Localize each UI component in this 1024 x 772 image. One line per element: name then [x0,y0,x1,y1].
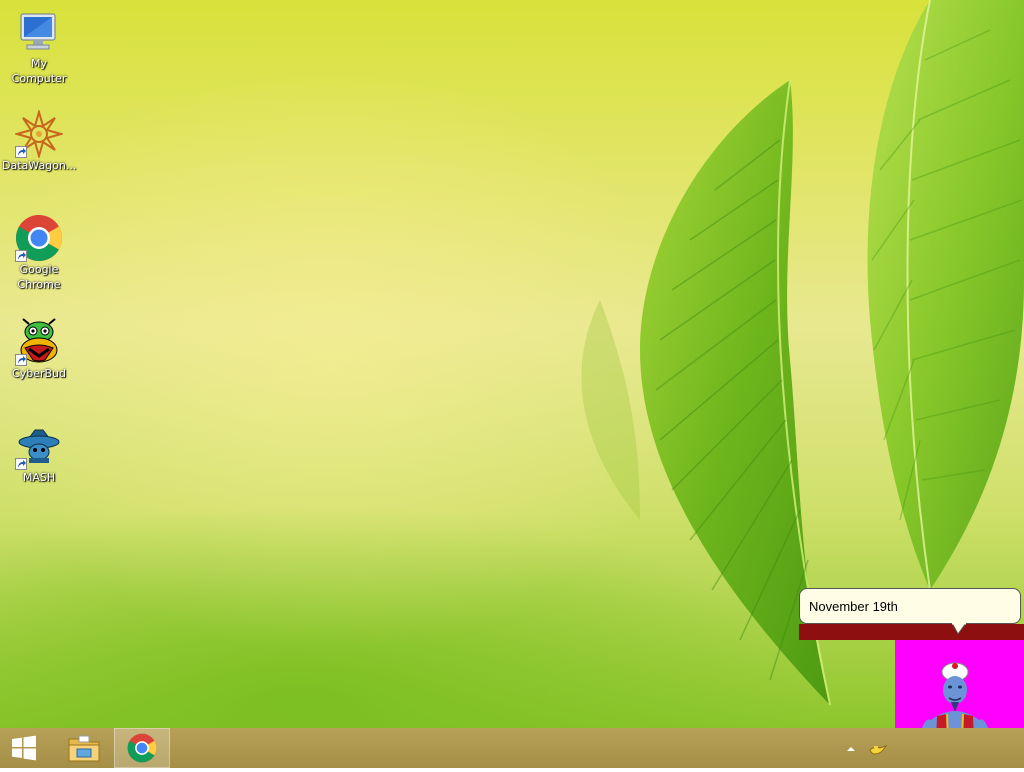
desktop-icon-google-chrome[interactable]: Google Chrome [0,214,78,292]
windows-logo-icon [12,735,36,761]
chrome-icon [15,214,63,262]
computer-icon [15,8,63,56]
taskbar [0,728,1024,768]
shortcut-arrow-icon [15,146,27,158]
assistant-balloon-shadow [799,624,1024,640]
cyberbud-icon [15,318,63,366]
desktop-icon-mash[interactable]: MASH [0,422,78,485]
assistant-balloon-text: November 19th [809,599,898,614]
desktop-icon-my-computer[interactable]: My Computer [0,8,78,86]
desktop-icon-label: Google Chrome [17,263,61,291]
system-tray [844,728,888,768]
mash-icon [15,422,63,470]
datawagon-icon [13,108,65,160]
show-hidden-icons-icon[interactable] [844,741,858,755]
balloon-tail [952,623,966,635]
desktop-icon-label: My Computer [11,57,67,85]
shortcut-arrow-icon [15,458,27,470]
taskbar-google-chrome[interactable] [114,728,170,768]
desktop-icon-label: DataWagon... [2,159,77,172]
desktop-icon-label: CyberBud [12,367,66,380]
taskbar-file-explorer[interactable] [56,728,112,768]
genie-lamp-icon[interactable] [868,741,888,755]
shortcut-arrow-icon [15,250,27,262]
file-explorer-icon [68,735,100,762]
desktop-icon-cyberbud[interactable]: CyberBud [0,318,78,381]
desktop-icon-label: MASH [22,471,56,484]
shortcut-arrow-icon [15,354,27,366]
chrome-icon [127,733,157,763]
desktop-icon-datawagon[interactable]: DataWagon... [0,108,78,173]
assistant-speech-balloon[interactable]: November 19th [799,588,1021,624]
start-button[interactable] [0,728,48,768]
